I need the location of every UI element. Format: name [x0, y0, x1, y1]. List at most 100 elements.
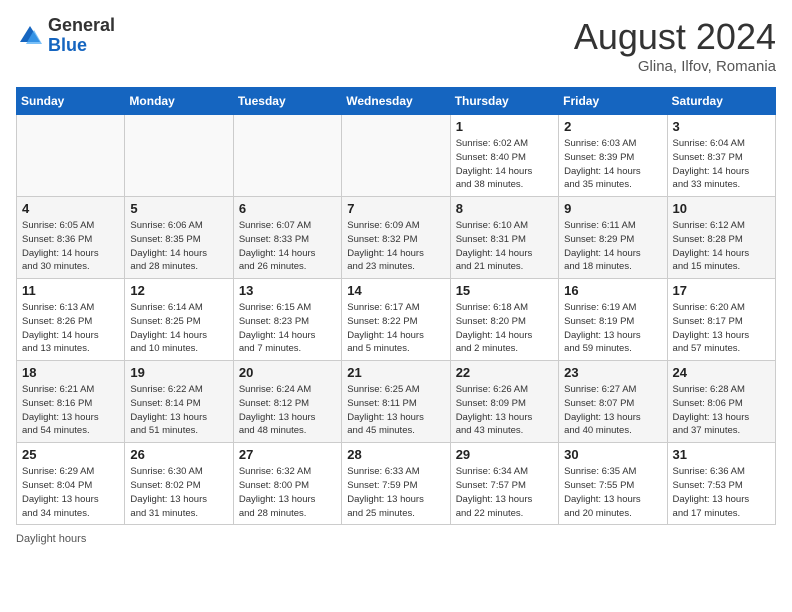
day-number: 10 — [673, 201, 770, 216]
day-info: Sunrise: 6:20 AM Sunset: 8:17 PM Dayligh… — [673, 301, 770, 356]
calendar-cell: 10 Sunrise: 6:12 AM Sunset: 8:28 PM Dayli… — [667, 197, 775, 279]
day-number: 23 — [564, 365, 661, 380]
day-number: 21 — [347, 365, 444, 380]
calendar-cell: 21 Sunrise: 6:25 AM Sunset: 8:11 PM Dayli… — [342, 361, 450, 443]
day-info: Sunrise: 6:35 AM Sunset: 7:55 PM Dayligh… — [564, 465, 661, 520]
calendar-cell: 20Sunrise: 6:24 AM Sunset: 8:12 PM Dayli… — [233, 361, 341, 443]
day-info: Sunrise: 6:28 AM Sunset: 8:06 PM Dayligh… — [673, 383, 770, 438]
day-info: Sunrise: 6:29 AM Sunset: 8:04 PM Dayligh… — [22, 465, 119, 520]
calendar-cell: 24 Sunrise: 6:28 AM Sunset: 8:06 PM Dayli… — [667, 361, 775, 443]
calendar-cell: 17 Sunrise: 6:20 AM Sunset: 8:17 PM Dayli… — [667, 279, 775, 361]
day-info: Sunrise: 6:03 AM Sunset: 8:39 PM Dayligh… — [564, 137, 661, 192]
calendar-cell: 18Sunrise: 6:21 AM Sunset: 8:16 PM Dayli… — [17, 361, 125, 443]
day-info: Sunrise: 6:26 AM Sunset: 8:09 PM Dayligh… — [456, 383, 553, 438]
weekday-header-friday: Friday — [559, 88, 667, 115]
day-info: Sunrise: 6:15 AM Sunset: 8:23 PM Dayligh… — [239, 301, 336, 356]
calendar-cell: 29Sunrise: 6:34 AM Sunset: 7:57 PM Dayli… — [450, 443, 558, 525]
calendar-cell: 16Sunrise: 6:19 AM Sunset: 8:19 PM Dayli… — [559, 279, 667, 361]
page-header: General Blue August 2024 Glina, Ilfov, R… — [16, 16, 776, 75]
calendar-cell: 22 Sunrise: 6:26 AM Sunset: 8:09 PM Dayli… — [450, 361, 558, 443]
day-number: 19 — [130, 365, 227, 380]
day-number: 24 — [673, 365, 770, 380]
day-number: 9 — [564, 201, 661, 216]
day-number: 1 — [456, 119, 553, 134]
day-info: Sunrise: 6:21 AM Sunset: 8:16 PM Dayligh… — [22, 383, 119, 438]
logo-blue-text: Blue — [48, 35, 87, 55]
day-number: 27 — [239, 447, 336, 462]
day-info: Sunrise: 6:06 AM Sunset: 8:35 PM Dayligh… — [130, 219, 227, 274]
day-number: 28 — [347, 447, 444, 462]
calendar-cell: 13 Sunrise: 6:15 AM Sunset: 8:23 PM Dayli… — [233, 279, 341, 361]
calendar-cell: 3 Sunrise: 6:04 AM Sunset: 8:37 PM Daylig… — [667, 115, 775, 197]
day-info: Sunrise: 6:14 AM Sunset: 8:25 PM Dayligh… — [130, 301, 227, 356]
day-number: 5 — [130, 201, 227, 216]
day-info: Sunrise: 6:30 AM Sunset: 8:02 PM Dayligh… — [130, 465, 227, 520]
weekday-header-thursday: Thursday — [450, 88, 558, 115]
weekday-header-tuesday: Tuesday — [233, 88, 341, 115]
day-number: 22 — [456, 365, 553, 380]
calendar-cell: 6 Sunrise: 6:07 AM Sunset: 8:33 PM Daylig… — [233, 197, 341, 279]
logo-icon — [16, 22, 44, 50]
day-info: Sunrise: 6:11 AM Sunset: 8:29 PM Dayligh… — [564, 219, 661, 274]
calendar-cell: 8Sunrise: 6:10 AM Sunset: 8:31 PM Daylig… — [450, 197, 558, 279]
logo: General Blue — [16, 16, 115, 56]
logo-general-text: General — [48, 15, 115, 35]
day-info: Sunrise: 6:09 AM Sunset: 8:32 PM Dayligh… — [347, 219, 444, 274]
day-info: Sunrise: 6:04 AM Sunset: 8:37 PM Dayligh… — [673, 137, 770, 192]
day-info: Sunrise: 6:27 AM Sunset: 8:07 PM Dayligh… — [564, 383, 661, 438]
calendar-cell: 1 Sunrise: 6:02 AM Sunset: 8:40 PM Daylig… — [450, 115, 558, 197]
calendar-cell — [233, 115, 341, 197]
day-number: 31 — [673, 447, 770, 462]
weekday-header-saturday: Saturday — [667, 88, 775, 115]
weekday-header-monday: Monday — [125, 88, 233, 115]
calendar-week-row: 4 Sunrise: 6:05 AM Sunset: 8:36 PM Daylig… — [17, 197, 776, 279]
calendar-cell: 26 Sunrise: 6:30 AM Sunset: 8:02 PM Dayli… — [125, 443, 233, 525]
day-number: 4 — [22, 201, 119, 216]
calendar-cell — [125, 115, 233, 197]
calendar-cell: 15Sunrise: 6:18 AM Sunset: 8:20 PM Dayli… — [450, 279, 558, 361]
calendar-cell: 30 Sunrise: 6:35 AM Sunset: 7:55 PM Dayli… — [559, 443, 667, 525]
day-info: Sunrise: 6:05 AM Sunset: 8:36 PM Dayligh… — [22, 219, 119, 274]
daylight-label: Daylight hours — [16, 533, 86, 545]
day-number: 17 — [673, 283, 770, 298]
calendar-cell: 11 Sunrise: 6:13 AM Sunset: 8:26 PM Dayli… — [17, 279, 125, 361]
day-info: Sunrise: 6:07 AM Sunset: 8:33 PM Dayligh… — [239, 219, 336, 274]
day-info: Sunrise: 6:02 AM Sunset: 8:40 PM Dayligh… — [456, 137, 553, 192]
calendar-cell: 4 Sunrise: 6:05 AM Sunset: 8:36 PM Daylig… — [17, 197, 125, 279]
day-number: 30 — [564, 447, 661, 462]
calendar-cell: 31 Sunrise: 6:36 AM Sunset: 7:53 PM Dayli… — [667, 443, 775, 525]
calendar-cell: 9 Sunrise: 6:11 AM Sunset: 8:29 PM Daylig… — [559, 197, 667, 279]
calendar-week-row: 25 Sunrise: 6:29 AM Sunset: 8:04 PM Dayli… — [17, 443, 776, 525]
weekday-header-sunday: Sunday — [17, 88, 125, 115]
calendar-week-row: 18Sunrise: 6:21 AM Sunset: 8:16 PM Dayli… — [17, 361, 776, 443]
calendar-cell: 25 Sunrise: 6:29 AM Sunset: 8:04 PM Dayli… — [17, 443, 125, 525]
day-number: 3 — [673, 119, 770, 134]
day-info: Sunrise: 6:25 AM Sunset: 8:11 PM Dayligh… — [347, 383, 444, 438]
day-number: 6 — [239, 201, 336, 216]
location: Glina, Ilfov, Romania — [574, 58, 776, 75]
month-year: August 2024 — [574, 16, 776, 58]
day-info: Sunrise: 6:22 AM Sunset: 8:14 PM Dayligh… — [130, 383, 227, 438]
day-info: Sunrise: 6:13 AM Sunset: 8:26 PM Dayligh… — [22, 301, 119, 356]
day-number: 26 — [130, 447, 227, 462]
calendar-table: SundayMondayTuesdayWednesdayThursdayFrid… — [16, 87, 776, 525]
calendar-week-row: 1 Sunrise: 6:02 AM Sunset: 8:40 PM Daylig… — [17, 115, 776, 197]
day-number: 13 — [239, 283, 336, 298]
day-info: Sunrise: 6:12 AM Sunset: 8:28 PM Dayligh… — [673, 219, 770, 274]
calendar-cell: 5 Sunrise: 6:06 AM Sunset: 8:35 PM Daylig… — [125, 197, 233, 279]
calendar-cell: 19 Sunrise: 6:22 AM Sunset: 8:14 PM Dayli… — [125, 361, 233, 443]
day-number: 25 — [22, 447, 119, 462]
day-info: Sunrise: 6:10 AM Sunset: 8:31 PM Dayligh… — [456, 219, 553, 274]
calendar-cell: 23 Sunrise: 6:27 AM Sunset: 8:07 PM Dayli… — [559, 361, 667, 443]
day-info: Sunrise: 6:17 AM Sunset: 8:22 PM Dayligh… — [347, 301, 444, 356]
day-info: Sunrise: 6:34 AM Sunset: 7:57 PM Dayligh… — [456, 465, 553, 520]
calendar-cell — [342, 115, 450, 197]
day-number: 2 — [564, 119, 661, 134]
day-number: 7 — [347, 201, 444, 216]
day-number: 11 — [22, 283, 119, 298]
calendar-week-row: 11 Sunrise: 6:13 AM Sunset: 8:26 PM Dayli… — [17, 279, 776, 361]
calendar-cell: 28Sunrise: 6:33 AM Sunset: 7:59 PM Dayli… — [342, 443, 450, 525]
day-info: Sunrise: 6:19 AM Sunset: 8:19 PM Dayligh… — [564, 301, 661, 356]
calendar-cell: 2 Sunrise: 6:03 AM Sunset: 8:39 PM Daylig… — [559, 115, 667, 197]
day-info: Sunrise: 6:36 AM Sunset: 7:53 PM Dayligh… — [673, 465, 770, 520]
